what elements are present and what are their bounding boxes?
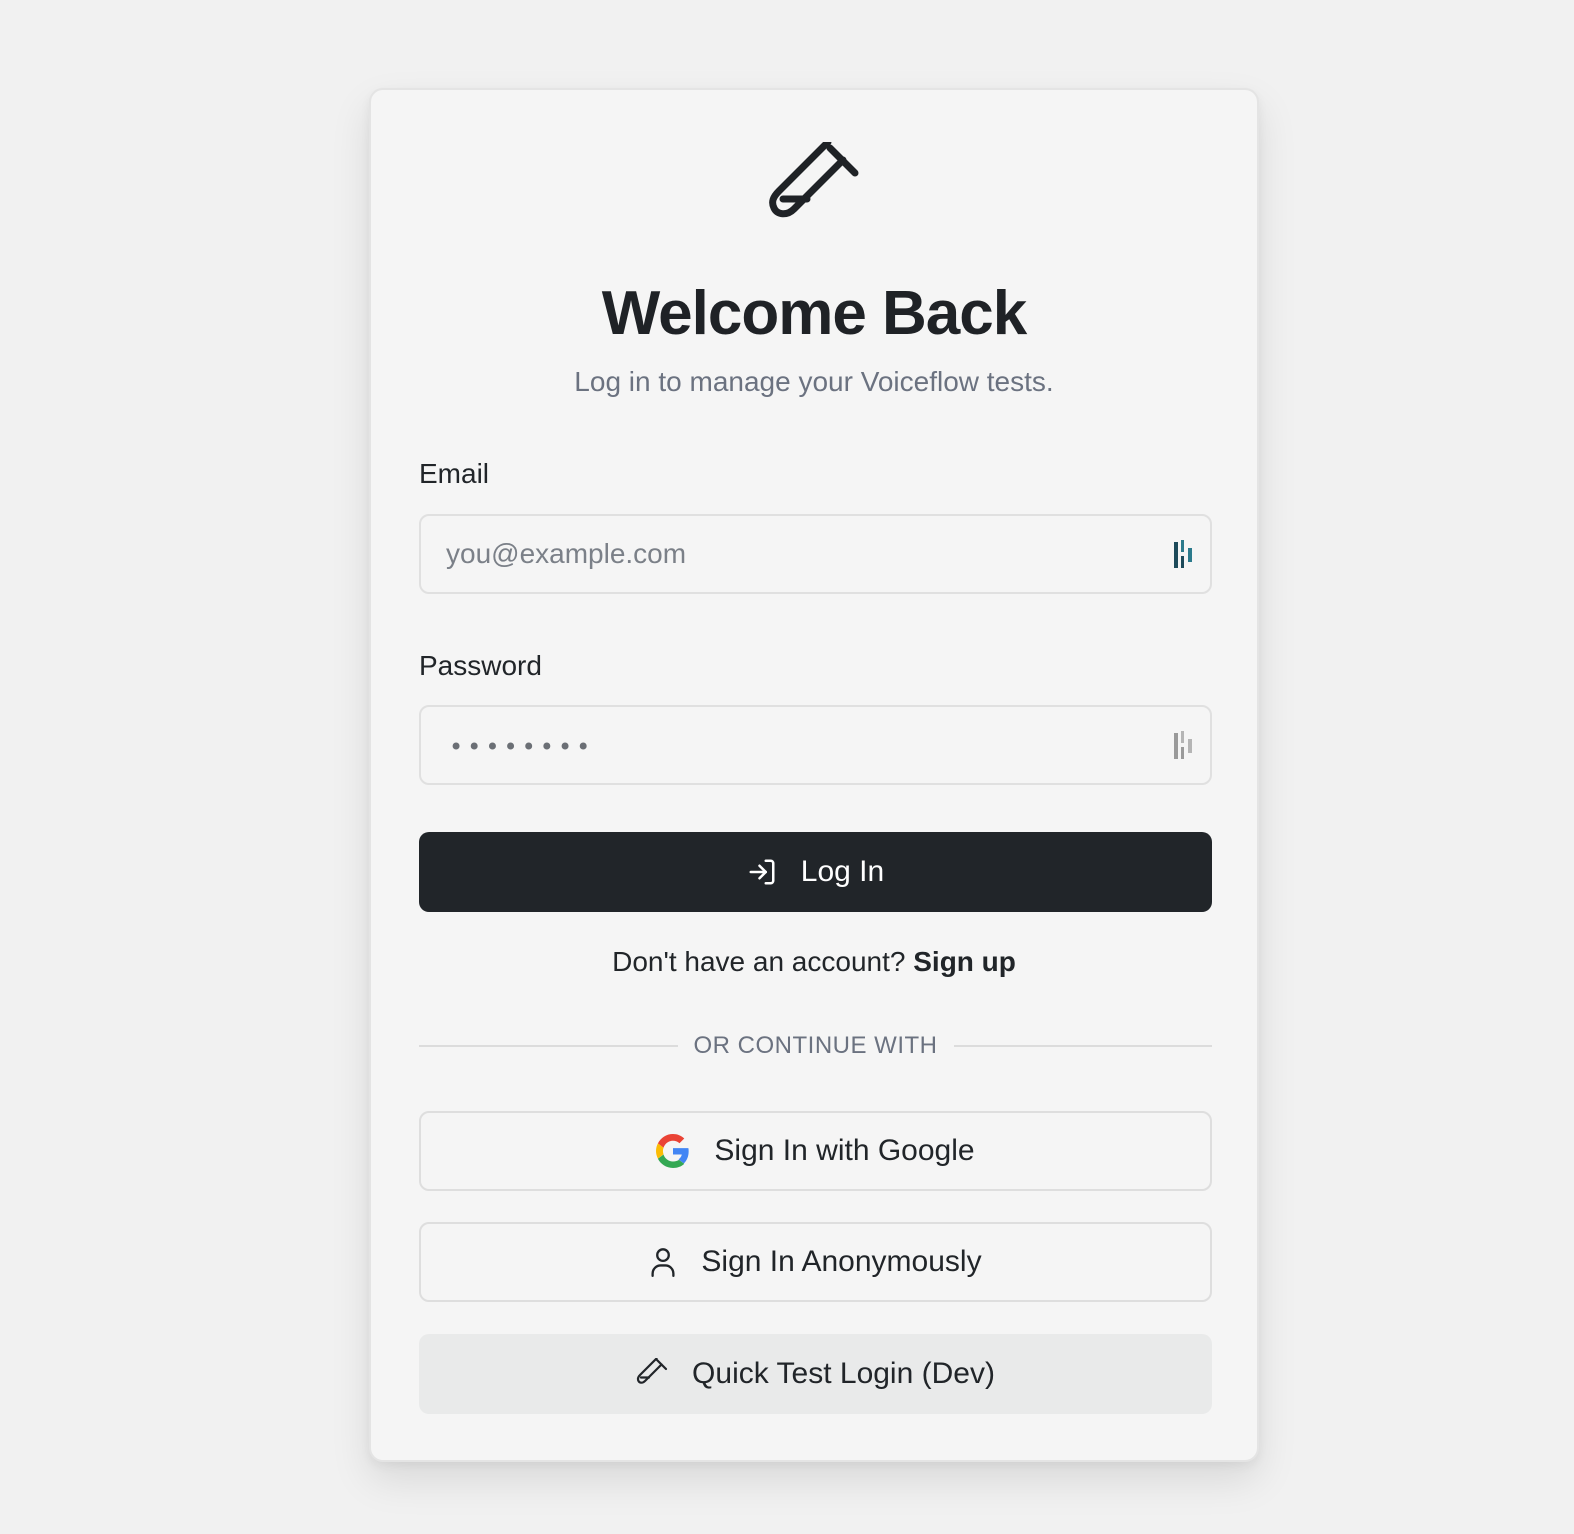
page-title: Welcome Back bbox=[601, 279, 1028, 348]
password-input[interactable]: •••••••• bbox=[449, 733, 594, 761]
anonymous-signin-label: Sign In Anonymously bbox=[701, 1245, 982, 1278]
login-button[interactable]: Log In bbox=[419, 832, 1212, 912]
email-label: Email bbox=[419, 458, 490, 489]
log-in-icon bbox=[747, 857, 777, 887]
anonymous-signin-button[interactable]: Sign In Anonymously bbox=[419, 1222, 1212, 1302]
email-input[interactable] bbox=[421, 516, 1210, 592]
signup-link[interactable]: Sign up bbox=[913, 946, 1016, 977]
google-signin-button[interactable]: Sign In with Google bbox=[419, 1111, 1212, 1191]
google-icon bbox=[656, 1134, 690, 1168]
google-signin-label: Sign In with Google bbox=[714, 1134, 975, 1167]
quick-test-login-button[interactable]: Quick Test Login (Dev) bbox=[419, 1334, 1212, 1414]
signup-prompt: Don't have an account? Sign up bbox=[371, 946, 1257, 978]
email-field-wrapper bbox=[419, 514, 1212, 594]
login-card: Welcome Back Log in to manage your Voice… bbox=[369, 88, 1259, 1462]
divider-line-left bbox=[419, 1045, 678, 1047]
test-tube-icon bbox=[636, 1358, 668, 1390]
user-icon bbox=[649, 1247, 677, 1277]
divider: OR CONTINUE WITH bbox=[419, 1031, 1213, 1061]
divider-text: OR CONTINUE WITH bbox=[693, 1032, 938, 1059]
signup-prompt-text: Don't have an account? bbox=[612, 946, 906, 977]
password-label: Password bbox=[419, 650, 542, 681]
test-tube-icon bbox=[769, 142, 859, 218]
password-manager-icon[interactable] bbox=[1172, 729, 1198, 763]
password-manager-icon[interactable] bbox=[1172, 538, 1198, 572]
login-button-label: Log In bbox=[800, 855, 885, 888]
password-field-wrapper[interactable]: •••••••• bbox=[419, 705, 1212, 785]
quick-test-login-label: Quick Test Login (Dev) bbox=[692, 1357, 995, 1390]
divider-line-right bbox=[953, 1045, 1213, 1047]
page-subtitle: Log in to manage your Voiceflow tests. bbox=[574, 366, 1054, 397]
